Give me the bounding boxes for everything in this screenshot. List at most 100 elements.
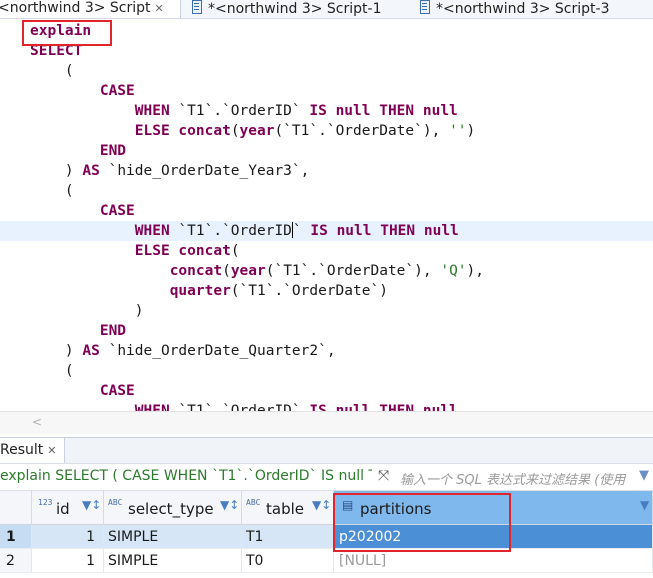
tab-script-3[interactable]: *<northwind 3> Script-3 <box>420 0 653 18</box>
code-line[interactable]: ( <box>30 61 653 81</box>
code-line[interactable]: ) AS `hide_OrderDate_Quarter2`, <box>30 341 653 361</box>
tab-script-label: <northwind 3> Script <box>0 0 151 16</box>
sql-text: `T1`.`OrderID <box>169 223 292 239</box>
sql-function: concat <box>169 263 223 279</box>
numeric-type-icon: 123 <box>38 498 53 507</box>
column-filter-icon[interactable]: ▼↕ <box>82 498 101 512</box>
code-line[interactable]: CASE <box>30 81 653 101</box>
text-type-icon: ABC <box>246 498 261 507</box>
column-filter-icon[interactable]: ▼ <box>640 498 649 512</box>
code-line[interactable]: ELSE concat(year(`T1`.`OrderDate`), '') <box>30 121 653 141</box>
code-line[interactable]: ( <box>30 361 653 381</box>
code-line[interactable]: ) AS `hide_OrderDate_Year3`, <box>30 161 653 181</box>
code-line[interactable]: ) <box>30 301 653 321</box>
code-line[interactable]: WHEN `T1`.`OrderID` IS null THEN null <box>30 401 653 411</box>
filter-funnel-icon[interactable]: ▼ <box>639 468 649 483</box>
sql-text: ) <box>30 343 83 359</box>
sql-keyword: IS null THEN null <box>309 403 458 411</box>
sql-editor[interactable]: explain SELECT ( CASE WHEN `T1`.`OrderID`… <box>0 19 653 411</box>
scroll-left-icon[interactable]: < <box>32 415 42 429</box>
sql-keyword: AS <box>82 343 100 359</box>
sql-keyword: ELSE <box>134 243 170 259</box>
column-filter-icon[interactable]: ▼↕ <box>312 498 331 512</box>
row-number-header <box>0 491 32 525</box>
sql-keyword: CASE <box>99 83 135 99</box>
sql-text: `T1`.`OrderID` <box>169 103 310 119</box>
column-header-select-type[interactable]: ABC select_type ▼↕ <box>104 491 242 525</box>
column-header-label: select_type <box>128 500 214 518</box>
sql-text: ( <box>222 263 231 279</box>
sql-function: quarter <box>169 283 231 299</box>
code-line[interactable]: WHEN `T1`.`OrderID` IS null THEN null <box>30 101 653 121</box>
partitions-highlight-box <box>333 493 511 552</box>
tab-script-1[interactable]: *<northwind 3> Script-1 <box>192 0 414 18</box>
code-line[interactable]: ELSE concat( <box>30 241 653 261</box>
sql-text: `T1`.`OrderID` <box>169 403 310 411</box>
table-cell-id[interactable]: 1 <box>32 549 104 573</box>
column-header-label: table <box>266 500 304 518</box>
sql-code[interactable]: explain SELECT ( CASE WHEN `T1`.`OrderID`… <box>0 21 653 411</box>
column-filter-icon[interactable]: ▼↕ <box>220 498 239 512</box>
column-header-table[interactable]: ABC table ▼↕ <box>242 491 334 525</box>
sql-text: ) <box>30 303 144 319</box>
sql-string: 'Q' <box>440 263 467 279</box>
code-line[interactable]: WHEN `T1`.`OrderID` IS null THEN null <box>0 221 653 241</box>
sql-keyword: ELSE <box>134 123 170 139</box>
sql-function: concat <box>178 243 231 259</box>
sql-text: (`T1`.`OrderDate`), <box>274 123 450 139</box>
code-line[interactable]: CASE <box>30 201 653 221</box>
code-line[interactable]: END <box>30 321 653 341</box>
row-number[interactable]: 1 <box>0 525 32 549</box>
table-cell-select-type[interactable]: SIMPLE <box>104 525 242 549</box>
executed-query-text: explain SELECT ( CASE WHEN `T1`.`OrderID… <box>0 468 372 484</box>
row-number[interactable]: 2 <box>0 549 32 573</box>
table-cell-partitions[interactable]: [NULL] <box>334 549 653 573</box>
sql-text: ` <box>292 223 311 239</box>
result-tab-bar: Result ✕ <box>0 437 653 464</box>
sql-function: year <box>230 263 266 279</box>
filter-input[interactable]: 输入一个 SQL 表达式来过滤结果 (使用 <box>400 469 636 488</box>
tab-result-label: Result <box>0 442 44 458</box>
table-cell-table[interactable]: T1 <box>242 525 334 549</box>
script-file-icon <box>420 0 430 14</box>
sql-keyword: END <box>99 143 127 159</box>
code-line[interactable]: ( <box>30 181 653 201</box>
code-line[interactable]: quarter(`T1`.`OrderDate`) <box>30 281 653 301</box>
sql-keyword: AS <box>82 163 100 179</box>
table-cell-table[interactable]: T0 <box>242 549 334 573</box>
sql-text: ( <box>30 363 74 379</box>
sql-text: ) <box>30 163 83 179</box>
sql-text: ( <box>230 243 240 259</box>
sql-keyword: WHEN <box>134 103 170 119</box>
editor-horizontal-scrollbar[interactable]: < <box>0 411 653 434</box>
sql-text: (`T1`.`OrderDate`) <box>230 283 388 299</box>
column-header-label: id <box>56 500 70 518</box>
code-line[interactable]: END <box>30 141 653 161</box>
table-cell-select-type[interactable]: SIMPLE <box>104 549 242 573</box>
code-line[interactable]: explain <box>30 21 653 41</box>
code-line[interactable]: CASE <box>30 381 653 401</box>
table-cell-id[interactable]: 1 <box>32 525 104 549</box>
script-file-icon <box>192 0 202 14</box>
code-line[interactable]: SELECT <box>30 41 653 61</box>
tab-script-3-label: *<northwind 3> Script-3 <box>436 1 610 17</box>
code-line[interactable]: concat(year(`T1`.`OrderDate`), 'Q'), <box>30 261 653 281</box>
expand-icon[interactable]: ⤧ <box>378 468 389 484</box>
tab-script[interactable]: <northwind 3> Script ✕ <box>0 0 181 18</box>
sql-keyword: IS null THEN null <box>309 103 458 119</box>
sql-keyword: END <box>99 323 127 339</box>
explain-highlight-box <box>22 20 112 46</box>
close-icon[interactable]: ✕ <box>155 1 164 17</box>
tab-result[interactable]: Result ✕ <box>0 438 66 463</box>
close-icon[interactable]: ✕ <box>47 444 56 457</box>
column-header-id[interactable]: 123 id ▼↕ <box>32 491 104 525</box>
text-type-icon: ABC <box>108 498 123 507</box>
